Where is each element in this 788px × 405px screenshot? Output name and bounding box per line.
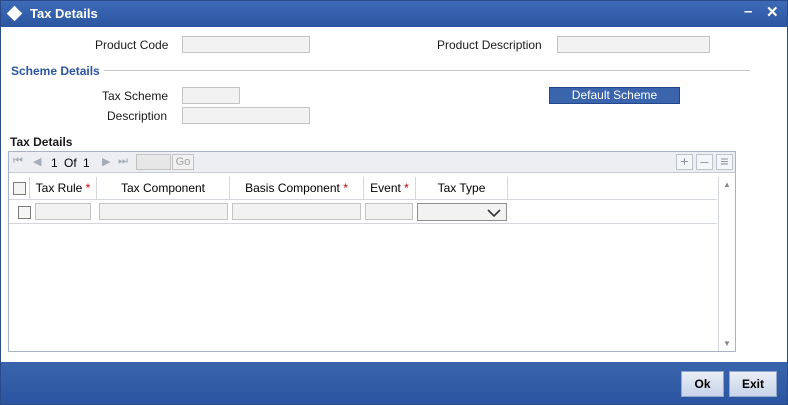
column-header-basis-component[interactable]: Basis Component *	[230, 177, 364, 200]
required-marker: *	[404, 181, 409, 195]
window-title: Tax Details	[30, 6, 98, 21]
grid-toolbar: ⏮ ◀ 1 Of 1 ▶ ⏭ Go + – ≡	[9, 152, 735, 173]
section-divider	[104, 70, 750, 71]
footer-bar: Ok Exit	[1, 362, 787, 404]
column-header-tax-rule[interactable]: Tax Rule *	[30, 177, 97, 200]
product-description-field[interactable]	[557, 36, 710, 53]
previous-page-icon[interactable]: ◀	[33, 155, 41, 168]
tax-type-select[interactable]	[417, 203, 507, 221]
header-select-cell	[9, 177, 30, 200]
minimize-button[interactable]: –	[744, 3, 752, 20]
chevron-down-icon	[487, 209, 501, 217]
tax-details-grid-title: Tax Details	[10, 135, 73, 149]
delete-row-button[interactable]: –	[696, 154, 713, 170]
tax-rule-input[interactable]	[35, 203, 91, 220]
description-label: Description	[107, 109, 168, 123]
current-page: 1	[51, 156, 58, 170]
select-all-checkbox[interactable]	[13, 182, 26, 195]
exit-button[interactable]: Exit	[729, 371, 777, 397]
column-header-tax-component[interactable]: Tax Component	[97, 177, 230, 200]
first-page-icon[interactable]: ⏮	[13, 155, 23, 168]
tax-scheme-label: Tax Scheme	[102, 89, 169, 103]
single-view-button[interactable]: ≡	[716, 154, 733, 170]
default-scheme-button[interactable]: Default Scheme	[549, 87, 680, 104]
row-select-checkbox[interactable]	[18, 206, 31, 219]
scroll-down-icon[interactable]: ▼	[723, 339, 731, 348]
required-marker: *	[343, 181, 348, 195]
grid-vertical-scrollbar[interactable]: ▲ ▼	[718, 177, 735, 351]
tax-component-input[interactable]	[99, 203, 228, 220]
column-header-tax-type[interactable]: Tax Type	[416, 177, 508, 200]
scroll-up-icon[interactable]: ▲	[723, 180, 731, 189]
product-description-label: Product Description	[437, 38, 542, 52]
page-number-input[interactable]	[136, 154, 171, 170]
tax-details-window: Tax Details – ✕ Product Code Product Des…	[0, 0, 788, 405]
tax-details-grid: ⏮ ◀ 1 Of 1 ▶ ⏭ Go + – ≡ Tax Rule * Tax C…	[8, 151, 736, 352]
page-of-label: Of	[64, 156, 77, 170]
ok-button[interactable]: Ok	[681, 371, 724, 397]
description-field[interactable]	[182, 107, 310, 124]
total-pages: 1	[83, 156, 90, 170]
product-code-field[interactable]	[182, 36, 310, 53]
go-button[interactable]: Go	[172, 154, 194, 170]
window-diamond-icon	[6, 5, 23, 22]
product-code-label: Product Code	[95, 38, 169, 52]
title-bar: Tax Details – ✕	[1, 1, 787, 27]
tax-scheme-field[interactable]	[182, 87, 240, 104]
next-page-icon[interactable]: ▶	[102, 155, 110, 168]
last-page-icon[interactable]: ⏭	[118, 155, 128, 168]
scheme-details-title: Scheme Details	[11, 64, 100, 78]
basis-component-input[interactable]	[232, 203, 361, 220]
grid-header-row: Tax Rule * Tax Component Basis Component…	[9, 177, 717, 200]
required-marker: *	[85, 181, 91, 195]
add-row-button[interactable]: +	[676, 154, 693, 170]
table-row	[9, 200, 717, 224]
column-header-event[interactable]: Event *	[364, 177, 416, 200]
close-button[interactable]: ✕	[766, 3, 779, 21]
event-input[interactable]	[365, 203, 413, 220]
